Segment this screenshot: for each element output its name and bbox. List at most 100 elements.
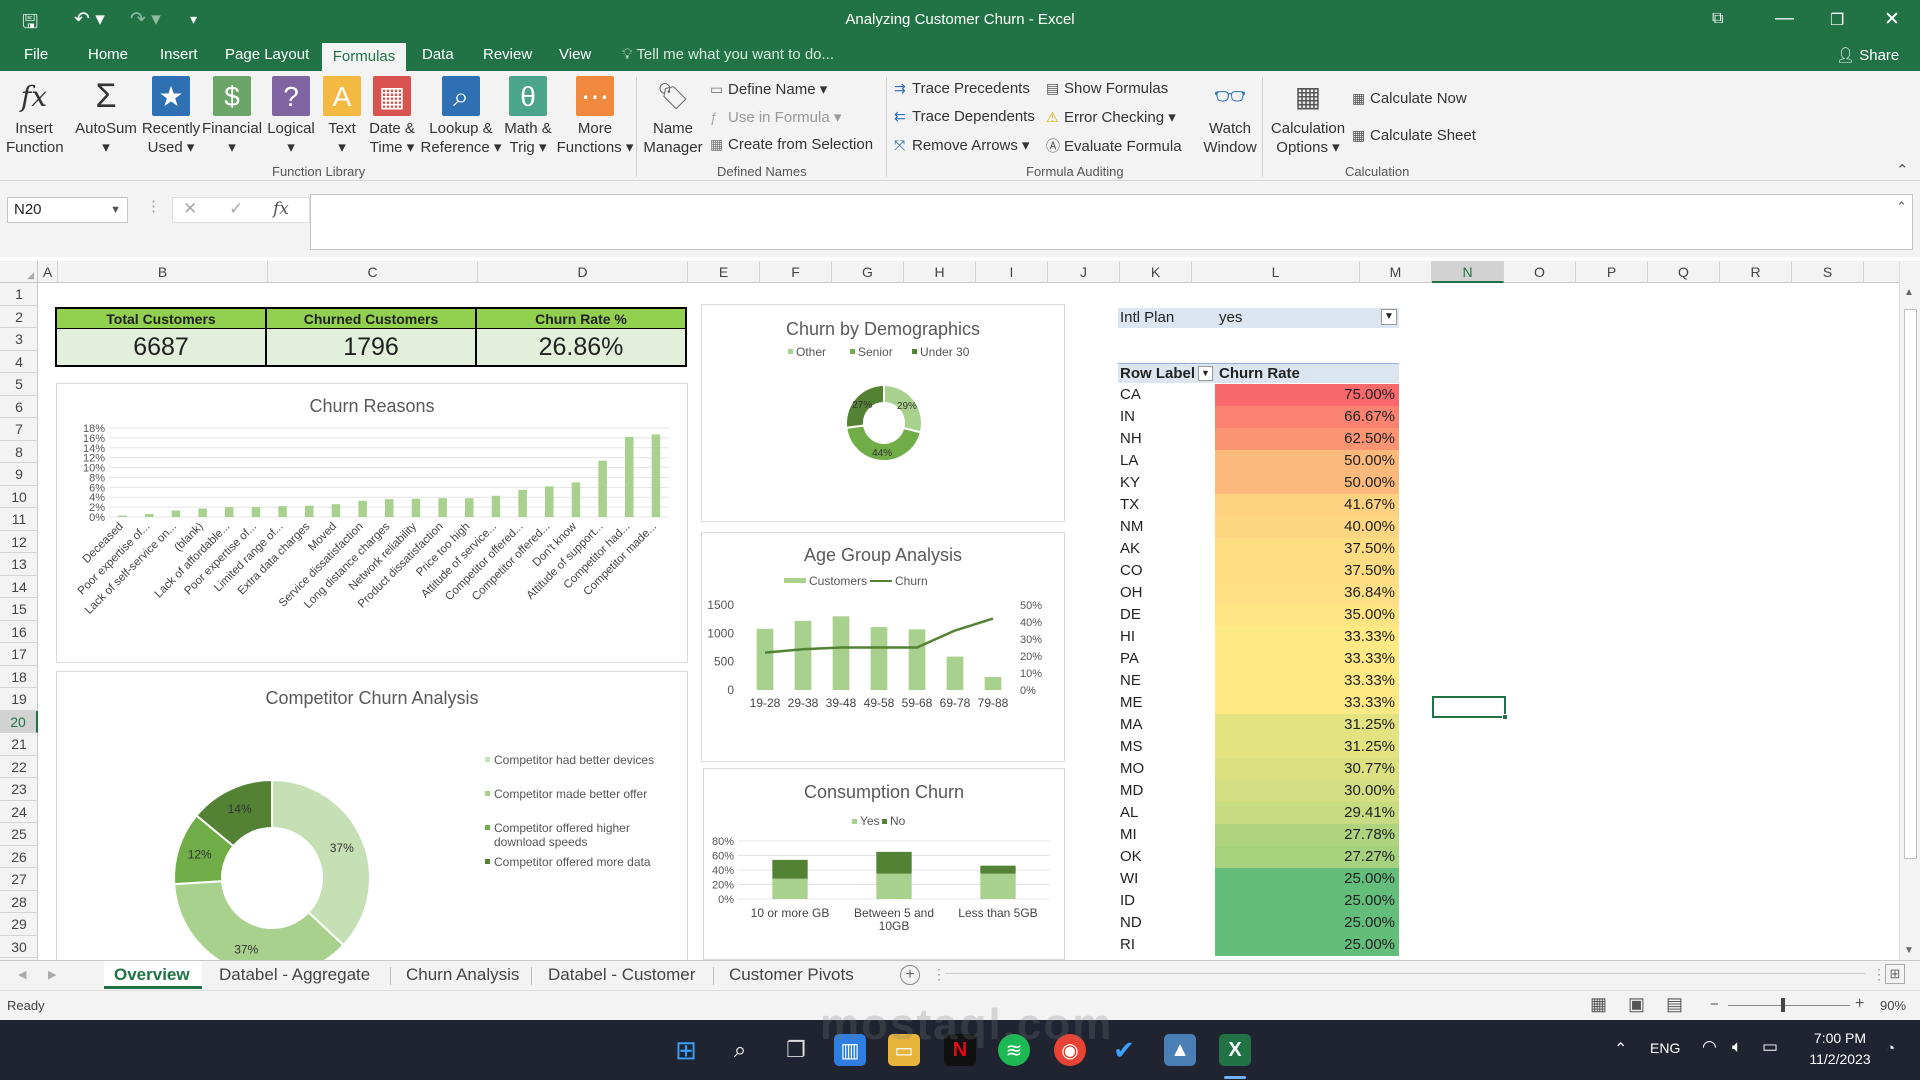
tab-page-layout[interactable]: Page Layout xyxy=(217,46,317,63)
expand-formula-bar-icon[interactable]: ⌃ xyxy=(1896,199,1907,215)
selected-cell[interactable] xyxy=(1432,696,1508,720)
pivot-row-state[interactable]: CO xyxy=(1120,560,1215,582)
more-functions-button[interactable]: ⋯ More Functions ▾ xyxy=(554,76,636,157)
sheet-tab-overview[interactable]: Overview xyxy=(104,961,202,989)
pivot-row-state[interactable]: NE xyxy=(1120,670,1215,692)
pivot-row-state[interactable]: ID xyxy=(1120,890,1215,912)
trace-dependents-button[interactable]: ⇇ Trace Dependents xyxy=(894,108,1035,125)
name-manager-button[interactable]: 🏷︎ Name Manager xyxy=(642,76,704,157)
pivot-row-rate[interactable]: 50.00% xyxy=(1215,450,1399,472)
pivot-row-state[interactable]: OH xyxy=(1120,582,1215,604)
maximize-icon[interactable]: ❐ xyxy=(1830,10,1844,30)
scroll-down-icon[interactable]: ▼ xyxy=(1904,945,1914,956)
chart-consumption-churn[interactable]: Consumption Churn Yes No 80% 60% 40% 20% 0% 10 … xyxy=(703,768,1065,960)
column-header-k[interactable]: K xyxy=(1120,261,1192,283)
sheet-tab-churn-analysis[interactable]: Churn Analysis xyxy=(406,965,519,985)
row-header[interactable]: 21 xyxy=(0,733,38,756)
page-layout-view-icon[interactable]: ▣ xyxy=(1628,994,1645,1015)
tab-file[interactable]: File xyxy=(16,46,56,63)
pivot-row-rate[interactable]: 50.00% xyxy=(1215,472,1399,494)
column-header-l[interactable]: L xyxy=(1192,261,1360,283)
windows-start-icon[interactable]: ⊞ xyxy=(670,1034,702,1066)
tab-view[interactable]: View xyxy=(551,46,599,63)
logical-button[interactable]: ? Logical ▾ xyxy=(264,76,318,157)
page-break-view-icon[interactable]: ▤ xyxy=(1666,994,1683,1015)
pivot-row-rate[interactable]: 40.00% xyxy=(1215,516,1399,538)
row-header[interactable]: 6 xyxy=(0,396,38,418)
pivot-row-state[interactable]: PA xyxy=(1120,648,1215,670)
pivot-row-rate[interactable]: 25.00% xyxy=(1215,912,1399,934)
pivot-row-state[interactable]: MS xyxy=(1120,736,1215,758)
row-header[interactable]: 18 xyxy=(0,666,38,688)
pivot-row-state[interactable]: MO xyxy=(1120,758,1215,780)
column-header-f[interactable]: F xyxy=(760,261,832,283)
scroll-up-icon[interactable]: ▲ xyxy=(1904,287,1914,298)
sheet-tab-databel-customer[interactable]: Databel - Customer xyxy=(548,965,695,985)
column-header-h[interactable]: H xyxy=(904,261,976,283)
clock-date[interactable]: 11/2/2023 xyxy=(1800,1051,1880,1067)
tab-split-handle[interactable]: ⋮ xyxy=(1872,966,1886,983)
insert-function-button[interactable]: fx Insert Function xyxy=(6,76,64,157)
chevron-down-icon[interactable]: ▼ xyxy=(110,198,121,222)
new-sheet-icon[interactable]: + xyxy=(900,965,920,985)
column-header-r[interactable]: R xyxy=(1720,261,1792,283)
define-name-button[interactable]: ▭ Define Name ▾ xyxy=(710,80,827,98)
pivot-row-state[interactable]: OK xyxy=(1120,846,1215,868)
pivot-row-state[interactable]: DE xyxy=(1120,604,1215,626)
row-header[interactable]: 17 xyxy=(0,643,38,666)
pivot-row-rate[interactable]: 33.33% xyxy=(1215,670,1399,692)
split-view-icon[interactable]: ⊞ xyxy=(1885,964,1905,984)
pivot-row-state[interactable]: NM xyxy=(1120,516,1215,538)
pivot-row-rate[interactable]: 66.67% xyxy=(1215,406,1399,428)
zoom-slider[interactable] xyxy=(1728,1005,1850,1006)
insert-function-icon[interactable]: fx xyxy=(273,199,289,219)
row-header[interactable]: 9 xyxy=(0,463,38,486)
column-header-n[interactable]: N xyxy=(1432,261,1504,283)
excel-taskbar-icon[interactable]: X xyxy=(1219,1034,1251,1066)
pivot-row-rate[interactable]: 37.50% xyxy=(1215,560,1399,582)
name-box[interactable]: N20 ▼ xyxy=(7,197,128,223)
kpi-churned-customers[interactable]: Churned Customers 1796 xyxy=(265,307,477,367)
fill-handle[interactable] xyxy=(1502,714,1508,720)
row-header[interactable]: 14 xyxy=(0,576,38,598)
pivot-row-rate[interactable]: 31.25% xyxy=(1215,736,1399,758)
pivot-row-state[interactable]: IN xyxy=(1120,406,1215,428)
sheet-tab-databel-aggregate[interactable]: Databel - Aggregate xyxy=(219,965,370,985)
pivot-row-state[interactable]: ME xyxy=(1120,692,1215,714)
row-header[interactable]: 27 xyxy=(0,868,38,891)
lookup-reference-button[interactable]: ⌕ Lookup & Reference ▾ xyxy=(418,76,504,157)
column-header-q[interactable]: Q xyxy=(1648,261,1720,283)
chart-churn-reasons[interactable]: Churn Reasons 18% 16% 14% 12% 10% 8% 6% 4% 2% 0% D… xyxy=(56,383,688,663)
pivot-row-state[interactable]: HI xyxy=(1120,626,1215,648)
sheet-tab-customer-pivots[interactable]: Customer Pivots xyxy=(729,965,854,985)
enter-icon[interactable]: ✓ xyxy=(229,199,243,219)
language-indicator[interactable]: ENG xyxy=(1650,1040,1680,1056)
evaluate-formula-button[interactable]: Ⓐ Evaluate Formula xyxy=(1046,136,1182,156)
task-view-icon[interactable]: ❐ xyxy=(780,1034,812,1066)
tab-data[interactable]: Data xyxy=(414,46,462,63)
column-header-s[interactable]: S xyxy=(1792,261,1864,283)
battery-icon[interactable]: ▭ xyxy=(1762,1037,1778,1057)
pivot-row-rate[interactable]: 30.77% xyxy=(1215,758,1399,780)
row-header[interactable]: 4 xyxy=(0,351,38,373)
filter-icon[interactable]: ▼ xyxy=(1381,309,1397,325)
column-header-b[interactable]: B xyxy=(58,261,268,283)
use-in-formula-button[interactable]: ƒ Use in Formula ▾ xyxy=(710,108,841,126)
pivot-row-rate[interactable]: 25.00% xyxy=(1215,934,1399,956)
row-header[interactable]: 12 xyxy=(0,531,38,553)
row-header[interactable]: 29 xyxy=(0,913,38,936)
wifi-icon[interactable]: ◠ xyxy=(1702,1037,1717,1057)
column-header-m[interactable]: M xyxy=(1360,261,1432,283)
show-formulas-button[interactable]: ▤ Show Formulas xyxy=(1046,80,1168,97)
pivot-row-rate[interactable]: 30.00% xyxy=(1215,780,1399,802)
calculation-options-button[interactable]: ▦ Calculation Options ▾ xyxy=(1268,76,1348,157)
row-header[interactable]: 28 xyxy=(0,891,38,913)
next-sheet-icon[interactable]: ▶ xyxy=(48,968,56,981)
row-header[interactable]: 23 xyxy=(0,778,38,801)
row-header[interactable]: 16 xyxy=(0,621,38,643)
select-all-corner[interactable]: ◢ xyxy=(0,261,38,283)
pivot-row-state[interactable]: NH xyxy=(1120,428,1215,450)
pivot-row-rate[interactable]: 35.00% xyxy=(1215,604,1399,626)
row-header[interactable]: 24 xyxy=(0,801,38,823)
remove-arrows-button[interactable]: ⤧ Remove Arrows ▾ xyxy=(894,136,1030,154)
